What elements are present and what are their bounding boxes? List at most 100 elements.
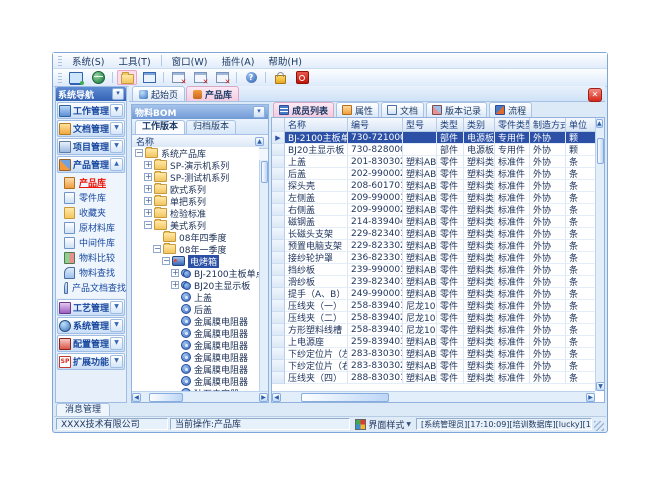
member-tab[interactable]: 文档 xyxy=(381,102,424,117)
tree-node[interactable]: 金属膜电阻器 xyxy=(132,315,259,327)
exit-button[interactable] xyxy=(292,70,312,85)
tree-toggle-minus-icon[interactable]: − xyxy=(153,245,161,253)
tree-toggle-minus-icon[interactable]: − xyxy=(162,257,170,265)
grid-column-header[interactable]: 类别 xyxy=(464,118,495,132)
tree-node[interactable]: 金属膜电阻器 xyxy=(132,327,259,339)
close-document-button[interactable]: ✕ xyxy=(588,88,602,102)
tree-node[interactable]: +BJ20主显示板 xyxy=(132,279,259,291)
member-tab[interactable]: 属性 xyxy=(336,102,379,117)
chevron-down-icon[interactable]: ▼ xyxy=(110,104,123,117)
globe-button[interactable] xyxy=(88,70,108,85)
tree-toggle-plus-icon[interactable]: + xyxy=(144,161,152,169)
bom-version-tab[interactable]: 工作版本 xyxy=(135,120,185,134)
tree-node[interactable]: +检验标准 xyxy=(132,207,259,219)
tree-hscroll-thumb[interactable] xyxy=(149,393,183,402)
table-row[interactable]: 磁钢盖214-839404-01X塑料ABS零件塑料类标准件外协条 xyxy=(272,216,595,228)
menu-item[interactable]: 窗口(W) xyxy=(165,53,215,69)
menu-item[interactable]: 工具(T) xyxy=(111,53,157,69)
close-all-windows-button[interactable] xyxy=(190,70,210,85)
tree-node[interactable]: −电烤箱 xyxy=(132,255,259,267)
bom-version-tab[interactable]: 归档版本 xyxy=(186,120,236,134)
close-other-windows-button[interactable] xyxy=(212,70,232,85)
grid-column-header[interactable]: 编号 xyxy=(348,118,403,132)
chevron-down-icon[interactable]: ▼ xyxy=(110,337,123,350)
panel-menu-icon[interactable]: ▾ xyxy=(112,88,124,100)
computer-button[interactable] xyxy=(66,70,86,85)
table-row[interactable]: 压线夹（四）288-830301-00X塑料ABS零件塑料类标准件外协条 xyxy=(272,372,595,384)
tree-scroll-left-icon[interactable]: ◀ xyxy=(132,393,141,402)
window-layout-button[interactable] xyxy=(139,70,159,85)
table-row[interactable]: 长磁头支架229-823401-00X塑料ABS零件塑料类标准件外协条 xyxy=(272,228,595,240)
table-row[interactable]: 下纱定位片（右）283-830302-00X塑料ABS零件塑料类标准件外协条 xyxy=(272,360,595,372)
grid-hscroll-thumb[interactable] xyxy=(301,393,389,402)
sidebar-group[interactable]: 文档管理▼ xyxy=(57,120,125,137)
table-row[interactable]: ▶BJ-2100主板单点730-721000-12X部件电源板专用件外协颗 xyxy=(272,132,595,144)
tree-node[interactable]: +SP-演示机系列 xyxy=(132,159,259,171)
member-tab[interactable]: 版本记录 xyxy=(426,102,487,117)
table-row[interactable]: 左侧盖209-990001-01X塑料ABS零件塑料类标准件外协条 xyxy=(272,192,595,204)
grid-column-header[interactable]: 名称 xyxy=(285,118,348,132)
sidebar-group[interactable]: 系统管理▼ xyxy=(57,317,125,334)
tree-vertical-scrollbar[interactable] xyxy=(259,160,268,391)
folder-open-button[interactable] xyxy=(117,70,137,85)
member-tab[interactable]: 成员列表 xyxy=(273,102,334,117)
tree-node[interactable]: 后盖 xyxy=(132,303,259,315)
grid-column-header[interactable]: 零件类型 xyxy=(495,118,530,132)
sidebar-group[interactable]: 产品管理▲ xyxy=(57,156,125,173)
grid-column-header[interactable]: 制造方式 xyxy=(530,118,566,132)
tree-node[interactable]: +BJ-2100主板单点 xyxy=(132,267,259,279)
chevron-down-icon[interactable]: ▼ xyxy=(110,319,123,332)
menubar-grip[interactable] xyxy=(58,56,62,66)
table-row[interactable]: 上盖201-830302-00X塑料ABS零件塑料类标准件外协条 xyxy=(272,156,595,168)
lock-button[interactable] xyxy=(270,70,290,85)
menu-item[interactable]: 帮助(H) xyxy=(261,53,309,69)
tree-node[interactable]: −系统产品库 xyxy=(132,147,259,159)
tree-toggle-plus-icon[interactable]: + xyxy=(171,269,179,277)
table-row[interactable]: 下纱定位片（左）283-830301-00X塑料ABS零件塑料类标准件外协条 xyxy=(272,348,595,360)
sidebar-group[interactable]: 项目管理▼ xyxy=(57,138,125,155)
tree-vscroll-thumb[interactable] xyxy=(261,161,268,183)
table-row[interactable]: 挡纱板239-990001-01X塑料ABS零件塑料类标准件外协条 xyxy=(272,264,595,276)
table-row[interactable]: 方形塑料线槽258-839403-00X尼龙1010零件塑料类标准件外协条 xyxy=(272,324,595,336)
chevron-down-icon[interactable]: ▼ xyxy=(110,140,123,153)
table-row[interactable]: 压线夹（一）258-839401-00X尼龙1010零件塑料类标准件外协条 xyxy=(272,300,595,312)
table-row[interactable]: 预置电脑支架229-823302-00X塑料ABS零件塑料类标准件外协条 xyxy=(272,240,595,252)
member-tab[interactable]: 流程 xyxy=(489,102,532,117)
bom-panel-options-icon[interactable]: ▾ xyxy=(253,106,265,118)
sidebar-item[interactable]: 中间件库 xyxy=(56,235,126,250)
sidebar-group[interactable]: 配置管理▼ xyxy=(57,335,125,352)
grid-horizontal-scrollbar[interactable]: ◀ ▶ xyxy=(272,391,595,402)
table-row[interactable]: 后盖202-990002-01X塑料ABS零件塑料类标准件外协条 xyxy=(272,168,595,180)
chevron-down-icon[interactable]: ▼ xyxy=(110,301,123,314)
table-row[interactable]: 压线夹（二）258-839402-00X尼龙1010零件塑料类标准件外协条 xyxy=(272,312,595,324)
tree-node[interactable]: −08年一季度 xyxy=(132,243,259,255)
table-row[interactable]: 探头壳208-601701-01X塑料ABS零件塑料类标准件外协条 xyxy=(272,180,595,192)
sidebar-item[interactable]: 零件库 xyxy=(56,190,126,205)
sidebar-item[interactable]: 物料比较 xyxy=(56,250,126,265)
grid-vscroll-thumb[interactable] xyxy=(597,138,604,164)
sidebar-group[interactable]: 扩展功能▼ xyxy=(57,353,125,370)
tree-toggle-plus-icon[interactable]: + xyxy=(144,185,152,193)
table-row[interactable]: 提手（A、B）249-990001-01X塑料ABS零件塑料类标准件外协条 xyxy=(272,288,595,300)
tree-toggle-plus-icon[interactable]: + xyxy=(144,209,152,217)
message-manager-tab[interactable]: 消息管理 xyxy=(56,403,110,416)
grid-scroll-up-icon[interactable]: ▲ xyxy=(596,119,603,128)
tree-node[interactable]: −美式系列 xyxy=(132,219,259,231)
sidebar-item[interactable]: 物料查找 xyxy=(56,265,126,280)
chevron-down-icon[interactable]: ▼ xyxy=(110,355,123,368)
tree-horizontal-scrollbar[interactable]: ◀ ▶ xyxy=(132,391,268,402)
sidebar-item[interactable]: 产品文档查找 xyxy=(56,280,126,295)
tree-node[interactable]: 金属膜电阻器 xyxy=(132,375,259,387)
toolbar-grip[interactable] xyxy=(58,73,62,83)
document-tab[interactable]: 起始页 xyxy=(132,86,185,101)
tree-node[interactable]: 金属膜电阻器 xyxy=(132,351,259,363)
tree-scroll-up-icon[interactable]: ▲ xyxy=(255,137,264,146)
chevron-down-icon[interactable]: ▼ xyxy=(110,122,123,135)
close-window-button[interactable] xyxy=(168,70,188,85)
menu-item[interactable]: 插件(A) xyxy=(214,53,261,69)
tree-node[interactable]: 08年四季度 xyxy=(132,231,259,243)
tree-node[interactable]: +欧式系列 xyxy=(132,183,259,195)
chevron-up-icon[interactable]: ▲ xyxy=(110,158,123,171)
resize-grip[interactable] xyxy=(594,421,604,431)
grid-vertical-scrollbar[interactable]: ▲ ▼ xyxy=(595,118,604,391)
